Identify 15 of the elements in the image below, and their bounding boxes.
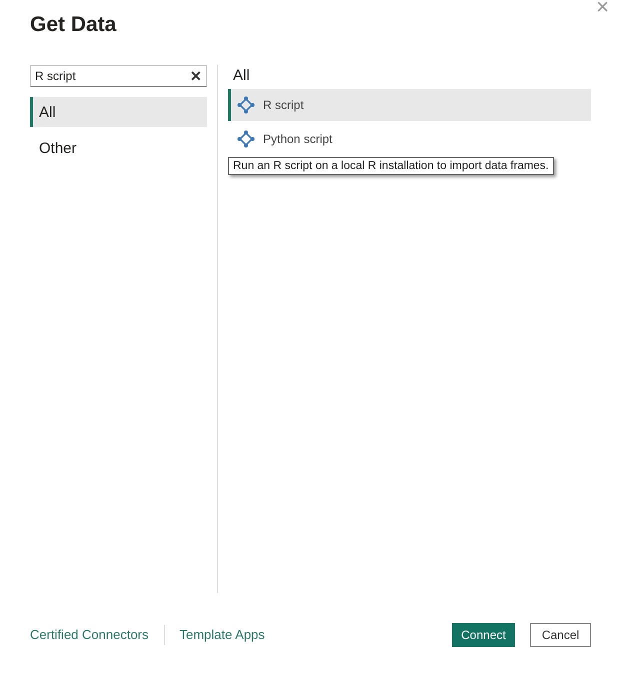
window-title: Get Data: [30, 13, 116, 37]
section-heading: All: [232, 66, 251, 86]
category-item[interactable]: All: [30, 97, 207, 127]
connect-button[interactable]: Connect: [452, 622, 515, 646]
connector-icon: [237, 130, 255, 148]
footer-link[interactable]: Certified Connectors: [30, 627, 148, 642]
category-item[interactable]: Other: [30, 133, 207, 163]
search-field[interactable]: R script ✕: [30, 65, 207, 87]
connector-icon: [237, 96, 255, 114]
connector-item[interactable]: Python script: [228, 123, 591, 155]
footer-link[interactable]: Template Apps: [180, 627, 265, 642]
connector-item[interactable]: R script: [228, 89, 591, 121]
clear-button[interactable]: ✕: [190, 68, 202, 84]
tooltip: Run an R script on a local R installation to import data frames.: [228, 157, 554, 175]
cancel-button[interactable]: Cancel: [530, 622, 591, 646]
